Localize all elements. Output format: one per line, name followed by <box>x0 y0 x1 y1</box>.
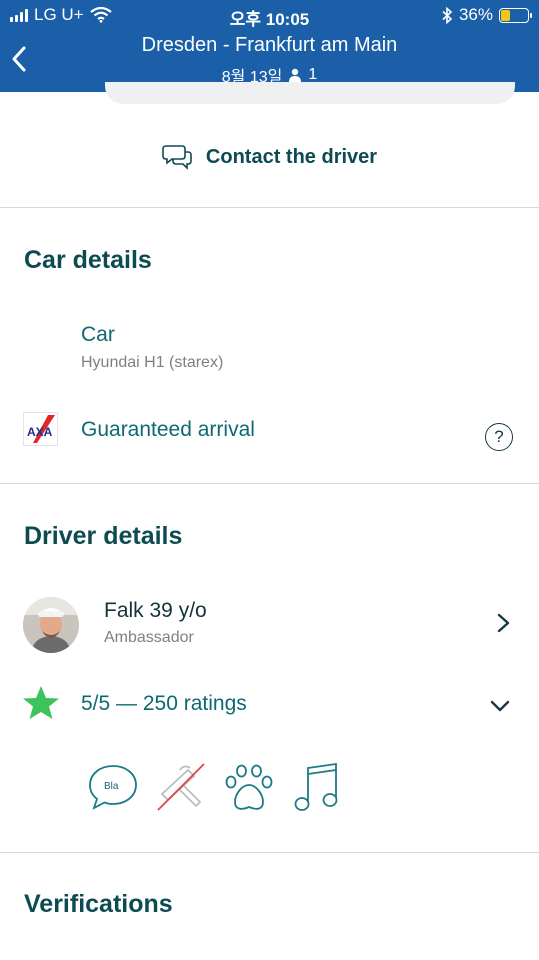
driver-photo <box>23 597 79 653</box>
car-model: Hyundai H1 (starex) <box>81 354 224 371</box>
status-bar: LG U+ 오후 10:05 36% <box>0 0 539 30</box>
guaranteed-arrival-label: Guaranteed arrival <box>81 418 255 441</box>
music-icon <box>294 762 338 811</box>
axa-logo-text: AXA <box>27 425 53 439</box>
chatty-icon-text: Bla <box>104 781 119 792</box>
help-question-icon[interactable]: ? <box>485 423 513 451</box>
star-icon <box>23 686 59 719</box>
chevron-down-icon[interactable] <box>489 698 511 714</box>
driver-level: Ambassador <box>104 629 194 646</box>
driver-name[interactable]: Falk 39 y/o <box>104 599 207 623</box>
chevron-right-icon[interactable] <box>496 612 512 634</box>
top-bar: LG U+ 오후 10:05 36% Dresden - Frankfurt a… <box>0 0 539 92</box>
axa-logo-graphic: AXA <box>24 413 57 445</box>
driver-details-heading: Driver details <box>24 522 183 550</box>
divider <box>0 207 539 208</box>
car-details-heading: Car details <box>24 246 152 274</box>
contact-driver-button[interactable]: Contact the driver <box>0 135 539 179</box>
driver-rating[interactable]: 5/5 — 250 ratings <box>81 692 247 716</box>
driver-avatar[interactable] <box>23 597 79 653</box>
chatty-icon: Bla <box>89 765 137 810</box>
battery-percent: 36% <box>458 5 493 24</box>
divider <box>0 852 539 853</box>
driver-preferences: Bla <box>86 760 344 814</box>
bluetooth-icon <box>442 6 453 24</box>
passenger-icon <box>289 68 302 82</box>
car-label: Car <box>81 323 115 346</box>
verifications-heading: Verifications <box>24 890 173 918</box>
trip-title: Dresden - Frankfurt am Main <box>141 34 398 56</box>
back-arrow-icon[interactable] <box>8 42 32 76</box>
divider <box>0 483 539 484</box>
battery-icon <box>499 7 532 23</box>
contact-driver-label: Contact the driver <box>205 145 378 168</box>
chat-bubbles-icon <box>162 145 192 170</box>
axa-logo: AXA <box>23 412 58 446</box>
pets-icon <box>225 764 273 810</box>
scrolled-card-bottom <box>105 82 515 104</box>
status-right: 36% <box>441 5 532 25</box>
battery-level-fill <box>501 9 511 21</box>
no-smoking-icon <box>157 763 205 811</box>
